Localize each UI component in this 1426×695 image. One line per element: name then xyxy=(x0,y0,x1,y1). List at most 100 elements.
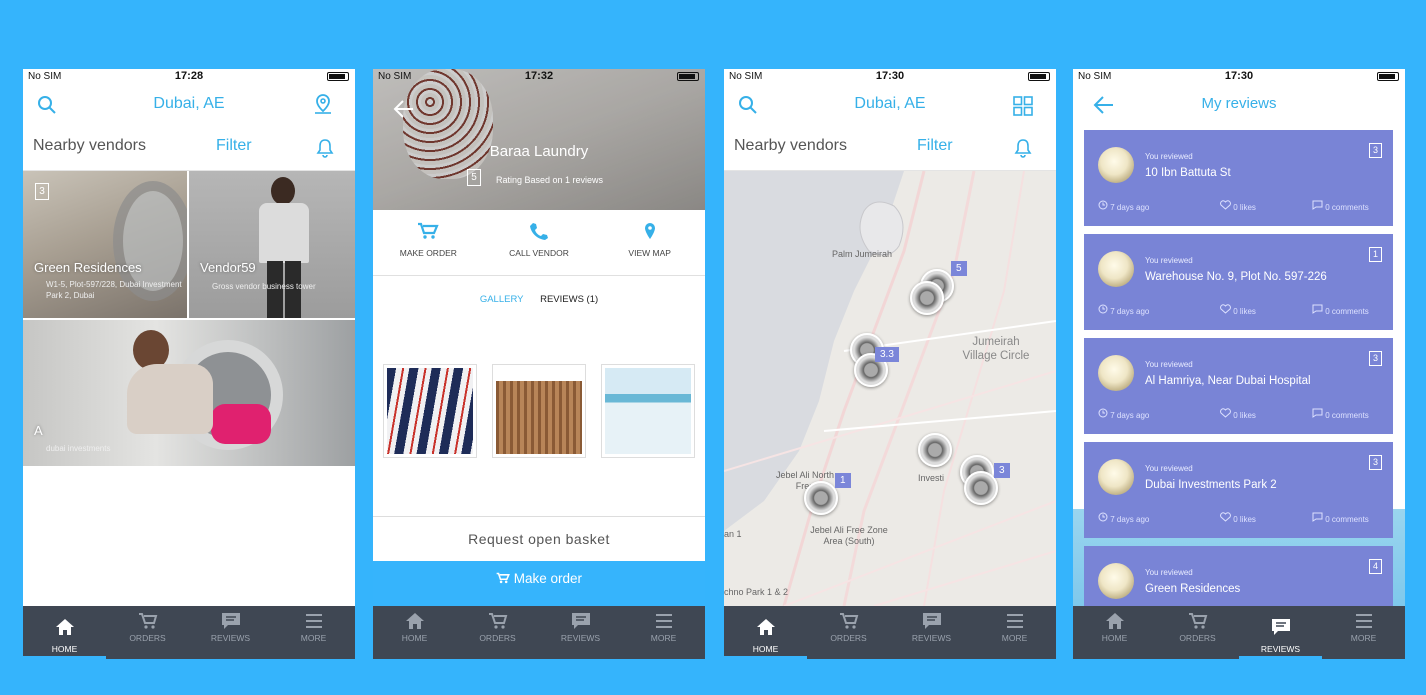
review-place: Green Residences xyxy=(1145,583,1241,595)
vendor-avatar xyxy=(1098,355,1134,391)
vendor-map-pin[interactable] xyxy=(964,471,998,505)
cluster-count[interactable]: 3 xyxy=(994,463,1010,478)
vendor-tile-vendor59[interactable]: Vendor59 Gross vendor business tower xyxy=(189,171,355,318)
tab-more[interactable]: MORE xyxy=(1322,606,1405,659)
vendor-tile-a[interactable]: A dubai investments xyxy=(23,320,355,466)
review-icon xyxy=(1271,619,1290,635)
tab-reviews[interactable]: REVIEWS xyxy=(189,606,272,659)
cluster-count[interactable]: 3.3 xyxy=(875,347,899,362)
page-title: My reviews xyxy=(1201,95,1277,112)
home-icon xyxy=(55,619,74,635)
bell-icon[interactable] xyxy=(316,138,334,158)
tab-label: MORE xyxy=(650,633,677,643)
tab-more[interactable]: MORE xyxy=(272,606,355,659)
location-title[interactable]: Dubai, AE xyxy=(724,95,1056,113)
review-rating-badge: 4 xyxy=(1369,559,1382,574)
tab-orders[interactable]: ORDERS xyxy=(106,606,189,659)
status-bar: No SIM 17:32 xyxy=(373,69,705,85)
home-icon xyxy=(405,613,424,629)
tab-home[interactable]: HOME xyxy=(373,606,456,659)
vendor-address: W1-5, Plot-597/228, Dubai Investment Par… xyxy=(46,280,182,300)
tab-home[interactable]: HOME xyxy=(724,606,807,659)
review-comments[interactable]: 0 comments xyxy=(1312,408,1369,420)
review-icon xyxy=(922,613,941,629)
vendor-address: Gross vendor business tower xyxy=(212,282,316,291)
filter-button[interactable]: Filter xyxy=(917,137,953,155)
tab-more[interactable]: MORE xyxy=(622,606,705,659)
vendor-map-pin[interactable] xyxy=(910,281,944,315)
review-card[interactable]: You reviewed Al Hamriya, Near Dubai Hosp… xyxy=(1084,338,1393,434)
tab-label: REVIEWS xyxy=(210,633,251,643)
review-likes[interactable]: 0 likes xyxy=(1220,408,1256,420)
review-likes[interactable]: 0 likes xyxy=(1220,200,1256,212)
make-order-button[interactable]: Make order xyxy=(373,571,705,586)
tab-orders[interactable]: ORDERS xyxy=(456,606,539,659)
cluster-count[interactable]: 5 xyxy=(951,261,967,276)
tab-label: ORDERS xyxy=(479,633,516,643)
vendor-tile-green-residences[interactable]: 3 Green Residences W1-5, Plot-597/228, D… xyxy=(23,171,187,318)
tab-more[interactable]: MORE xyxy=(973,606,1056,659)
tab-orders[interactable]: ORDERS xyxy=(807,606,890,659)
tab-label: MORE xyxy=(1350,633,1377,643)
clock: 17:30 xyxy=(875,70,905,82)
tab-reviews[interactable]: REVIEWS xyxy=(1239,606,1322,659)
bottom-tab-bar: HOME ORDERS REVIEWS MORE xyxy=(724,606,1056,659)
review-comments[interactable]: 0 comments xyxy=(1312,200,1369,212)
gallery-tabs: GALLERY REVIEWS (1) xyxy=(373,294,705,305)
bell-icon[interactable] xyxy=(1014,138,1032,158)
nearby-vendors-label: Nearby vendors xyxy=(33,137,146,154)
review-comments[interactable]: 0 comments xyxy=(1312,304,1369,316)
gallery-image[interactable] xyxy=(492,364,586,458)
tab-label: REVIEWS xyxy=(1260,644,1301,654)
phone-home-screen: No SIM 17:28 Dubai, AE Nearby vendors Fi… xyxy=(23,69,355,659)
status-bar: No SIM 17:28 xyxy=(23,69,355,85)
tab-label: ORDERS xyxy=(830,633,867,643)
review-card[interactable]: You reviewed Dubai Investments Park 2 3 … xyxy=(1084,442,1393,538)
clock-icon xyxy=(1098,304,1108,314)
review-icon xyxy=(221,613,240,629)
make-order-label: Make order xyxy=(513,571,583,586)
review-date: 7 days ago xyxy=(1098,512,1149,524)
gallery-image[interactable] xyxy=(601,364,695,458)
view-map-action[interactable]: VIEW MAP xyxy=(594,210,705,275)
tab-reviews[interactable]: REVIEWS (1) xyxy=(540,294,598,305)
filter-button[interactable]: Filter xyxy=(216,137,252,155)
tab-reviews[interactable]: REVIEWS xyxy=(890,606,973,659)
map-pin-icon[interactable] xyxy=(313,93,333,115)
map-label: chno Park 1 & 2 xyxy=(724,587,789,597)
review-card[interactable]: You reviewed 10 Ibn Battuta St 3 7 days … xyxy=(1084,130,1393,226)
request-open-basket-button[interactable]: Request open basket xyxy=(373,516,705,561)
tab-home[interactable]: HOME xyxy=(23,606,106,659)
map-view[interactable]: Palm Jumeirah Jumeirah Village Circle Je… xyxy=(724,171,1056,606)
vendor-map-pin[interactable] xyxy=(804,481,838,515)
tab-orders[interactable]: ORDERS xyxy=(1156,606,1239,659)
tab-home[interactable]: HOME xyxy=(1073,606,1156,659)
back-arrow-icon[interactable] xyxy=(393,99,415,119)
cluster-count[interactable]: 1 xyxy=(835,473,851,488)
bottom-tab-bar: HOME ORDERS REVIEWS MORE xyxy=(1073,606,1405,659)
bottom-tab-bar: HOME ORDERS REVIEWS MORE xyxy=(23,606,355,659)
home-icon xyxy=(1105,613,1124,629)
review-icon xyxy=(571,613,590,629)
make-order-action[interactable]: MAKE ORDER xyxy=(373,210,484,275)
review-comments[interactable]: 0 comments xyxy=(1312,512,1369,524)
review-likes[interactable]: 0 likes xyxy=(1220,512,1256,524)
review-likes[interactable]: 0 likes xyxy=(1220,304,1256,316)
comment-icon xyxy=(1312,200,1323,210)
grid-view-icon[interactable] xyxy=(1013,96,1033,116)
vendor-avatar xyxy=(1098,459,1134,495)
rating-badge: 3 xyxy=(35,183,49,200)
you-reviewed-label: You reviewed xyxy=(1145,568,1193,577)
tab-reviews[interactable]: REVIEWS xyxy=(539,606,622,659)
status-bar: No SIM 17:30 xyxy=(1073,69,1405,85)
tab-label: HOME xyxy=(1101,633,1128,643)
vendor-address: dubai investments xyxy=(46,444,111,453)
gallery-image[interactable] xyxy=(383,364,477,458)
review-card[interactable]: You reviewed Warehouse No. 9, Plot No. 5… xyxy=(1084,234,1393,330)
call-vendor-action[interactable]: CALL VENDOR xyxy=(484,210,595,275)
location-title[interactable]: Dubai, AE xyxy=(23,95,355,113)
tab-gallery[interactable]: GALLERY xyxy=(480,294,524,305)
clock: 17:32 xyxy=(524,70,554,82)
vendor-map-pin[interactable] xyxy=(918,433,952,467)
review-place: Dubai Investments Park 2 xyxy=(1145,479,1277,491)
